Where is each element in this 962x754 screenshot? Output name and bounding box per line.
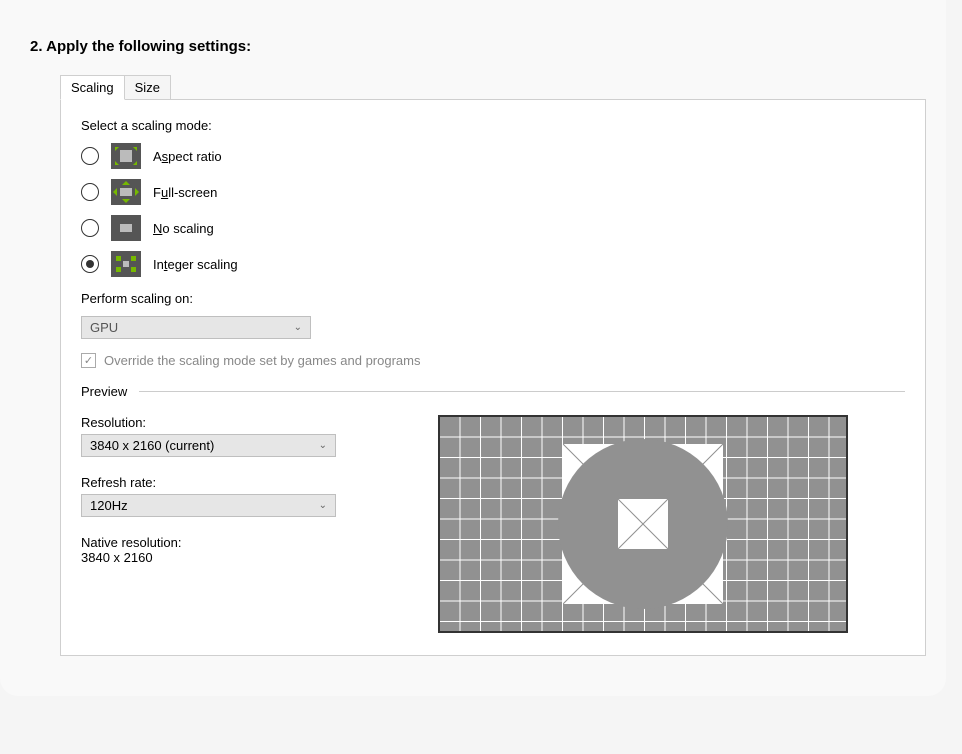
aspect-ratio-icon <box>111 143 141 169</box>
refresh-rate-value: 120Hz <box>90 498 128 513</box>
perform-scaling-on-select[interactable]: GPU ⌄ <box>81 316 311 339</box>
chevron-down-icon: ⌄ <box>319 500 327 511</box>
no-scaling-icon <box>111 215 141 241</box>
aspect-ratio-label[interactable]: Aspect ratio <box>153 149 222 164</box>
integer-scaling-icon <box>111 251 141 277</box>
override-label: Override the scaling mode set by games a… <box>104 353 421 368</box>
no-scaling-label[interactable]: No scaling <box>153 221 214 236</box>
resolution-value: 3840 x 2160 (current) <box>90 438 214 453</box>
tab-scaling[interactable]: Scaling <box>60 75 125 100</box>
radio-integer-scaling[interactable] <box>81 255 99 273</box>
chevron-down-icon: ⌄ <box>294 322 302 333</box>
tab-strip: Scaling Size <box>60 75 926 99</box>
preview-title: Preview <box>81 384 127 399</box>
divider <box>139 391 905 392</box>
native-resolution-label: Native resolution: <box>81 535 351 550</box>
refresh-rate-select[interactable]: 120Hz ⌄ <box>81 494 336 517</box>
full-screen-icon <box>111 179 141 205</box>
integer-scaling-label[interactable]: Integer scaling <box>153 257 238 272</box>
radio-full-screen[interactable] <box>81 183 99 201</box>
override-checkbox[interactable]: ✓ <box>81 353 96 368</box>
radio-aspect-ratio[interactable] <box>81 147 99 165</box>
tab-size[interactable]: Size <box>125 75 171 100</box>
full-screen-label[interactable]: Full-screen <box>153 185 217 200</box>
perform-scaling-on-value: GPU <box>90 320 118 335</box>
preview-thumbnail <box>438 415 848 633</box>
chevron-down-icon: ⌄ <box>319 440 327 451</box>
perform-scaling-on-label: Perform scaling on: <box>81 291 905 306</box>
scaling-panel: Select a scaling mode: Aspect ratio <box>60 99 926 656</box>
radio-no-scaling[interactable] <box>81 219 99 237</box>
resolution-select[interactable]: 3840 x 2160 (current) ⌄ <box>81 434 336 457</box>
step-heading: 2. Apply the following settings: <box>30 0 926 75</box>
resolution-label: Resolution: <box>81 415 351 430</box>
native-resolution-value: 3840 x 2160 <box>81 550 351 565</box>
select-scaling-mode-label: Select a scaling mode: <box>81 118 905 133</box>
refresh-rate-label: Refresh rate: <box>81 475 351 490</box>
